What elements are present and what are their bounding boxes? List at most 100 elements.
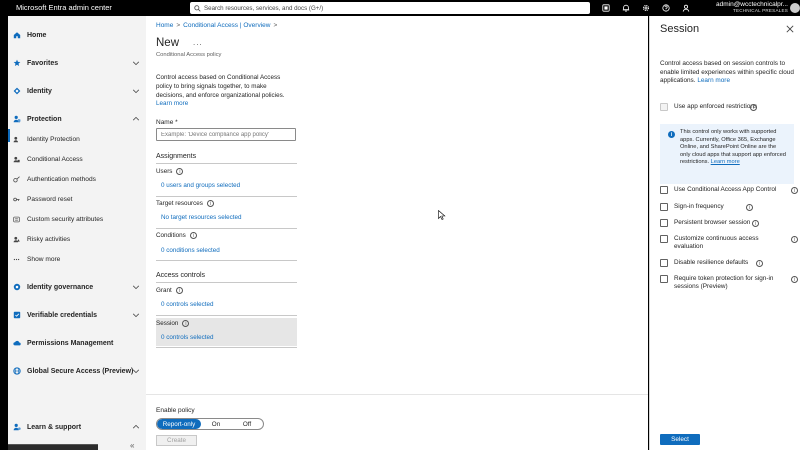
more-options-button[interactable]: ... — [193, 38, 203, 47]
tooltip-fragment — [8, 444, 98, 450]
select-button[interactable]: Select — [660, 434, 700, 445]
panel-learn-more-link[interactable]: Learn more — [697, 77, 730, 84]
mouse-cursor-icon — [438, 210, 446, 220]
risk-icon — [12, 235, 21, 244]
sidebar-item-custom-security-attributes[interactable]: Custom security attributes — [8, 212, 146, 226]
sidebar-item-favorites[interactable]: Favorites — [8, 56, 146, 70]
info-icon[interactable]: i — [189, 232, 197, 239]
option-app-control[interactable]: Use Conditional Access App Control i — [660, 186, 798, 194]
option-disable-resilience[interactable]: Disable resilience defaults i — [660, 259, 798, 267]
search-box[interactable]: Search resources, services, and docs (G+… — [190, 2, 590, 14]
feedback-icon[interactable] — [680, 2, 691, 13]
person-shield-icon — [12, 115, 21, 124]
app-control-checkbox[interactable] — [660, 186, 668, 194]
create-button[interactable]: Create — [156, 435, 197, 446]
info-icon[interactable]: i — [746, 204, 753, 211]
toggle-on[interactable]: On — [201, 419, 231, 429]
help-icon[interactable] — [660, 2, 671, 13]
sidebar-item-identity-governance[interactable]: Identity governance — [8, 280, 146, 294]
sidebar-item-verifiable-credentials[interactable]: Verifiable credentials — [8, 308, 146, 322]
sidebar-item-label: Identity Protection — [27, 135, 80, 143]
avatar[interactable] — [790, 3, 800, 13]
divider — [156, 196, 297, 197]
conditions-link[interactable]: 0 conditions selected — [161, 247, 220, 254]
sidebar-item-protection[interactable]: Protection — [8, 112, 146, 126]
globe-icon — [12, 367, 21, 376]
info-icon[interactable]: i — [791, 276, 798, 283]
sidebar-item-home[interactable]: Home — [8, 28, 146, 42]
grant-controls-link[interactable]: 0 controls selected — [161, 301, 214, 308]
info-icon[interactable]: i — [176, 168, 184, 175]
sidebar-item-label: Learn & support — [27, 423, 82, 431]
page-title: New — [156, 37, 180, 49]
breadcrumb-conditional-access[interactable]: Conditional Access | Overview — [183, 22, 270, 29]
sidebar-item-learn-support[interactable]: Learn & support — [8, 420, 146, 434]
session-controls-link[interactable]: 0 controls selected — [161, 334, 214, 341]
users-selection-link[interactable]: 0 users and groups selected — [161, 182, 240, 189]
info-icon[interactable]: i — [182, 320, 190, 327]
collapse-sidebar-button[interactable]: « — [130, 441, 134, 450]
copilot-icon[interactable] — [600, 2, 611, 13]
toggle-report-only[interactable]: Report-only — [157, 419, 201, 429]
target-resources-link[interactable]: No target resources selected — [161, 214, 242, 221]
disable-resilience-checkbox[interactable] — [660, 259, 668, 267]
users-label-text: Users — [156, 168, 173, 175]
top-bar: Microsoft Entra admin center Search reso… — [0, 0, 800, 16]
divider — [156, 347, 297, 348]
app-title[interactable]: Microsoft Entra admin center — [16, 3, 112, 12]
sidebar-item-permissions-management[interactable]: Permissions Management — [8, 336, 146, 350]
chevron-up-icon[interactable] — [132, 423, 140, 431]
active-indicator — [8, 129, 10, 142]
info-icon[interactable]: i — [206, 200, 214, 207]
info-learn-more-link[interactable]: Learn more — [711, 159, 740, 165]
sidebar-item-label: Custom security attributes — [27, 215, 104, 223]
key-icon — [12, 195, 21, 204]
sidebar-item-show-more[interactable]: Show more — [8, 252, 146, 266]
option-continuous-access[interactable]: Customize continuous access evaluation i — [660, 235, 798, 251]
app-enforced-checkbox[interactable] — [660, 103, 668, 111]
option-persistent-browser[interactable]: Persistent browser session i — [660, 219, 798, 227]
info-icon[interactable]: i — [752, 220, 759, 227]
info-icon[interactable]: i — [791, 236, 798, 243]
toggle-off[interactable]: Off — [231, 419, 263, 429]
account-menu[interactable]: admin@wcctechnicalpr... TECHNICAL PRESAL… — [706, 1, 788, 13]
info-message-box: i This control only works with supported… — [660, 124, 794, 184]
info-icon[interactable]: i — [175, 287, 183, 294]
persistent-browser-checkbox[interactable] — [660, 219, 668, 227]
close-icon[interactable] — [786, 25, 794, 33]
policy-description: Control access based on Conditional Acce… — [156, 74, 296, 109]
name-input[interactable] — [156, 128, 296, 141]
chevron-down-icon[interactable] — [132, 283, 140, 291]
sign-in-frequency-checkbox[interactable] — [660, 203, 668, 211]
gear-icon[interactable] — [640, 2, 651, 13]
sidebar-item-password-reset[interactable]: Password reset — [8, 192, 146, 206]
sidebar-item-label: Identity governance — [27, 283, 94, 291]
sidebar-item-conditional-access[interactable]: Conditional Access — [8, 152, 146, 166]
sidebar-item-global-secure-access[interactable]: Global Secure Access (Preview) — [8, 364, 146, 378]
learn-more-link[interactable]: Learn more — [156, 100, 188, 107]
chevron-down-icon[interactable] — [132, 311, 140, 319]
grant-label: Grant i — [156, 287, 183, 294]
option-token-protection[interactable]: Require token protection for sign-in ses… — [660, 275, 798, 291]
diamond-icon — [12, 87, 21, 96]
option-sign-in-frequency[interactable]: Sign-in frequency i — [660, 203, 798, 211]
sidebar-item-identity[interactable]: Identity — [8, 84, 146, 98]
breadcrumb-home[interactable]: Home — [156, 22, 173, 29]
enable-policy-toggle[interactable]: Report-only On Off — [156, 418, 264, 430]
credential-icon — [12, 311, 21, 320]
option-label: Sign-in frequency — [674, 203, 724, 210]
info-icon[interactable]: i — [791, 187, 798, 194]
bell-icon[interactable] — [620, 2, 631, 13]
sidebar-item-label: Permissions Management — [27, 339, 114, 347]
info-icon[interactable]: i — [750, 104, 757, 111]
sidebar-item-authentication-methods[interactable]: Authentication methods — [8, 172, 146, 186]
sidebar-item-risky-activities[interactable]: Risky activities — [8, 232, 146, 246]
chevron-down-icon[interactable] — [132, 367, 140, 375]
info-icon[interactable]: i — [756, 260, 763, 267]
chevron-up-icon[interactable] — [132, 115, 140, 123]
chevron-down-icon[interactable] — [132, 59, 140, 67]
chevron-down-icon[interactable] — [132, 87, 140, 95]
continuous-access-checkbox[interactable] — [660, 235, 668, 243]
sidebar-item-identity-protection[interactable]: Identity Protection — [8, 132, 146, 146]
token-protection-checkbox[interactable] — [660, 275, 668, 283]
